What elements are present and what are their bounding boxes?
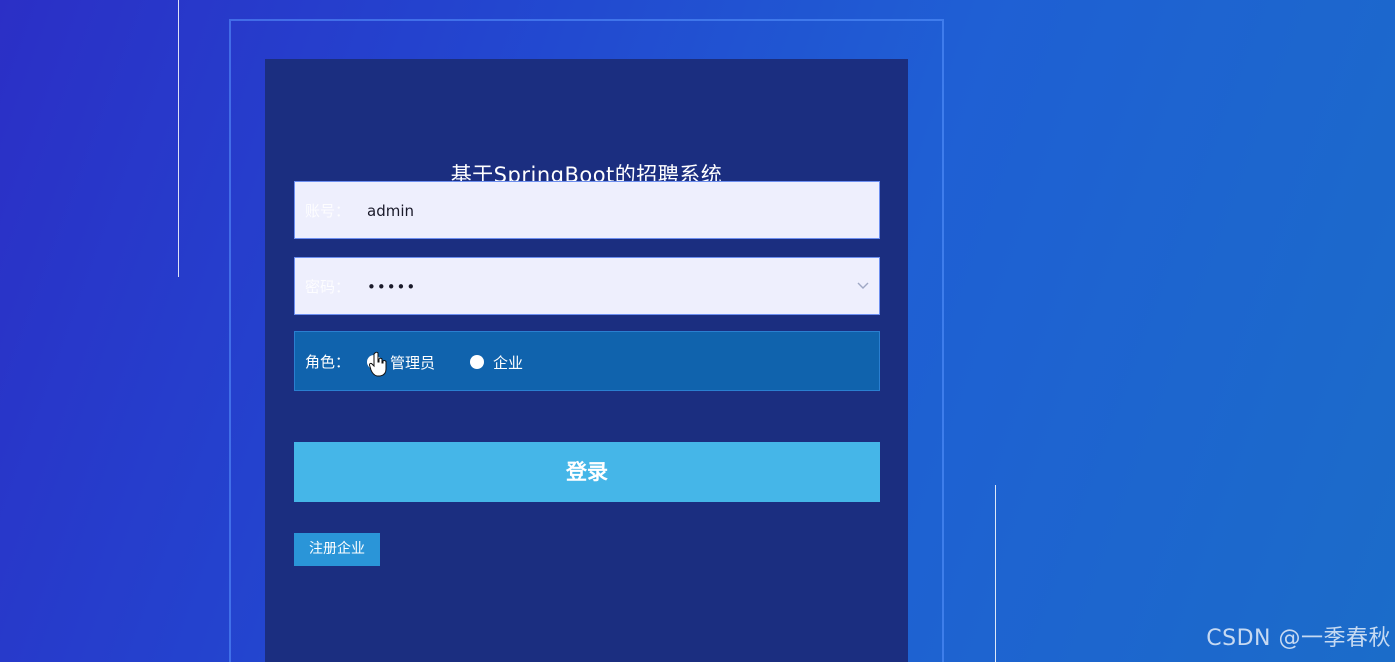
username-field[interactable]: 账号： admin (294, 181, 880, 239)
role-label: 角色： (305, 353, 351, 371)
role-option-company-label: 企业 (493, 353, 524, 372)
role-option-admin-label: 管理员 (390, 353, 436, 372)
password-input[interactable]: ••••• (367, 258, 416, 316)
watermark-text: CSDN @一季春秋 (1206, 626, 1391, 651)
decorative-line-right (995, 485, 996, 662)
password-field[interactable]: 密码： ••••• (294, 257, 880, 315)
login-button[interactable]: 登录 (294, 442, 880, 502)
username-label: 账号： (305, 202, 351, 220)
password-label: 密码： (305, 278, 351, 296)
radio-company-icon[interactable] (470, 355, 484, 369)
role-option-admin[interactable]: 管理员 (367, 332, 435, 392)
username-input[interactable]: admin (367, 182, 414, 240)
show-password-icon[interactable] (855, 279, 871, 295)
role-option-company[interactable]: 企业 (470, 332, 523, 392)
decorative-line-left (178, 0, 179, 277)
role-selector: 角色： 管理员 企业 (294, 331, 880, 391)
radio-admin-icon[interactable] (367, 355, 381, 369)
register-company-button[interactable]: 注册企业 (294, 533, 380, 566)
